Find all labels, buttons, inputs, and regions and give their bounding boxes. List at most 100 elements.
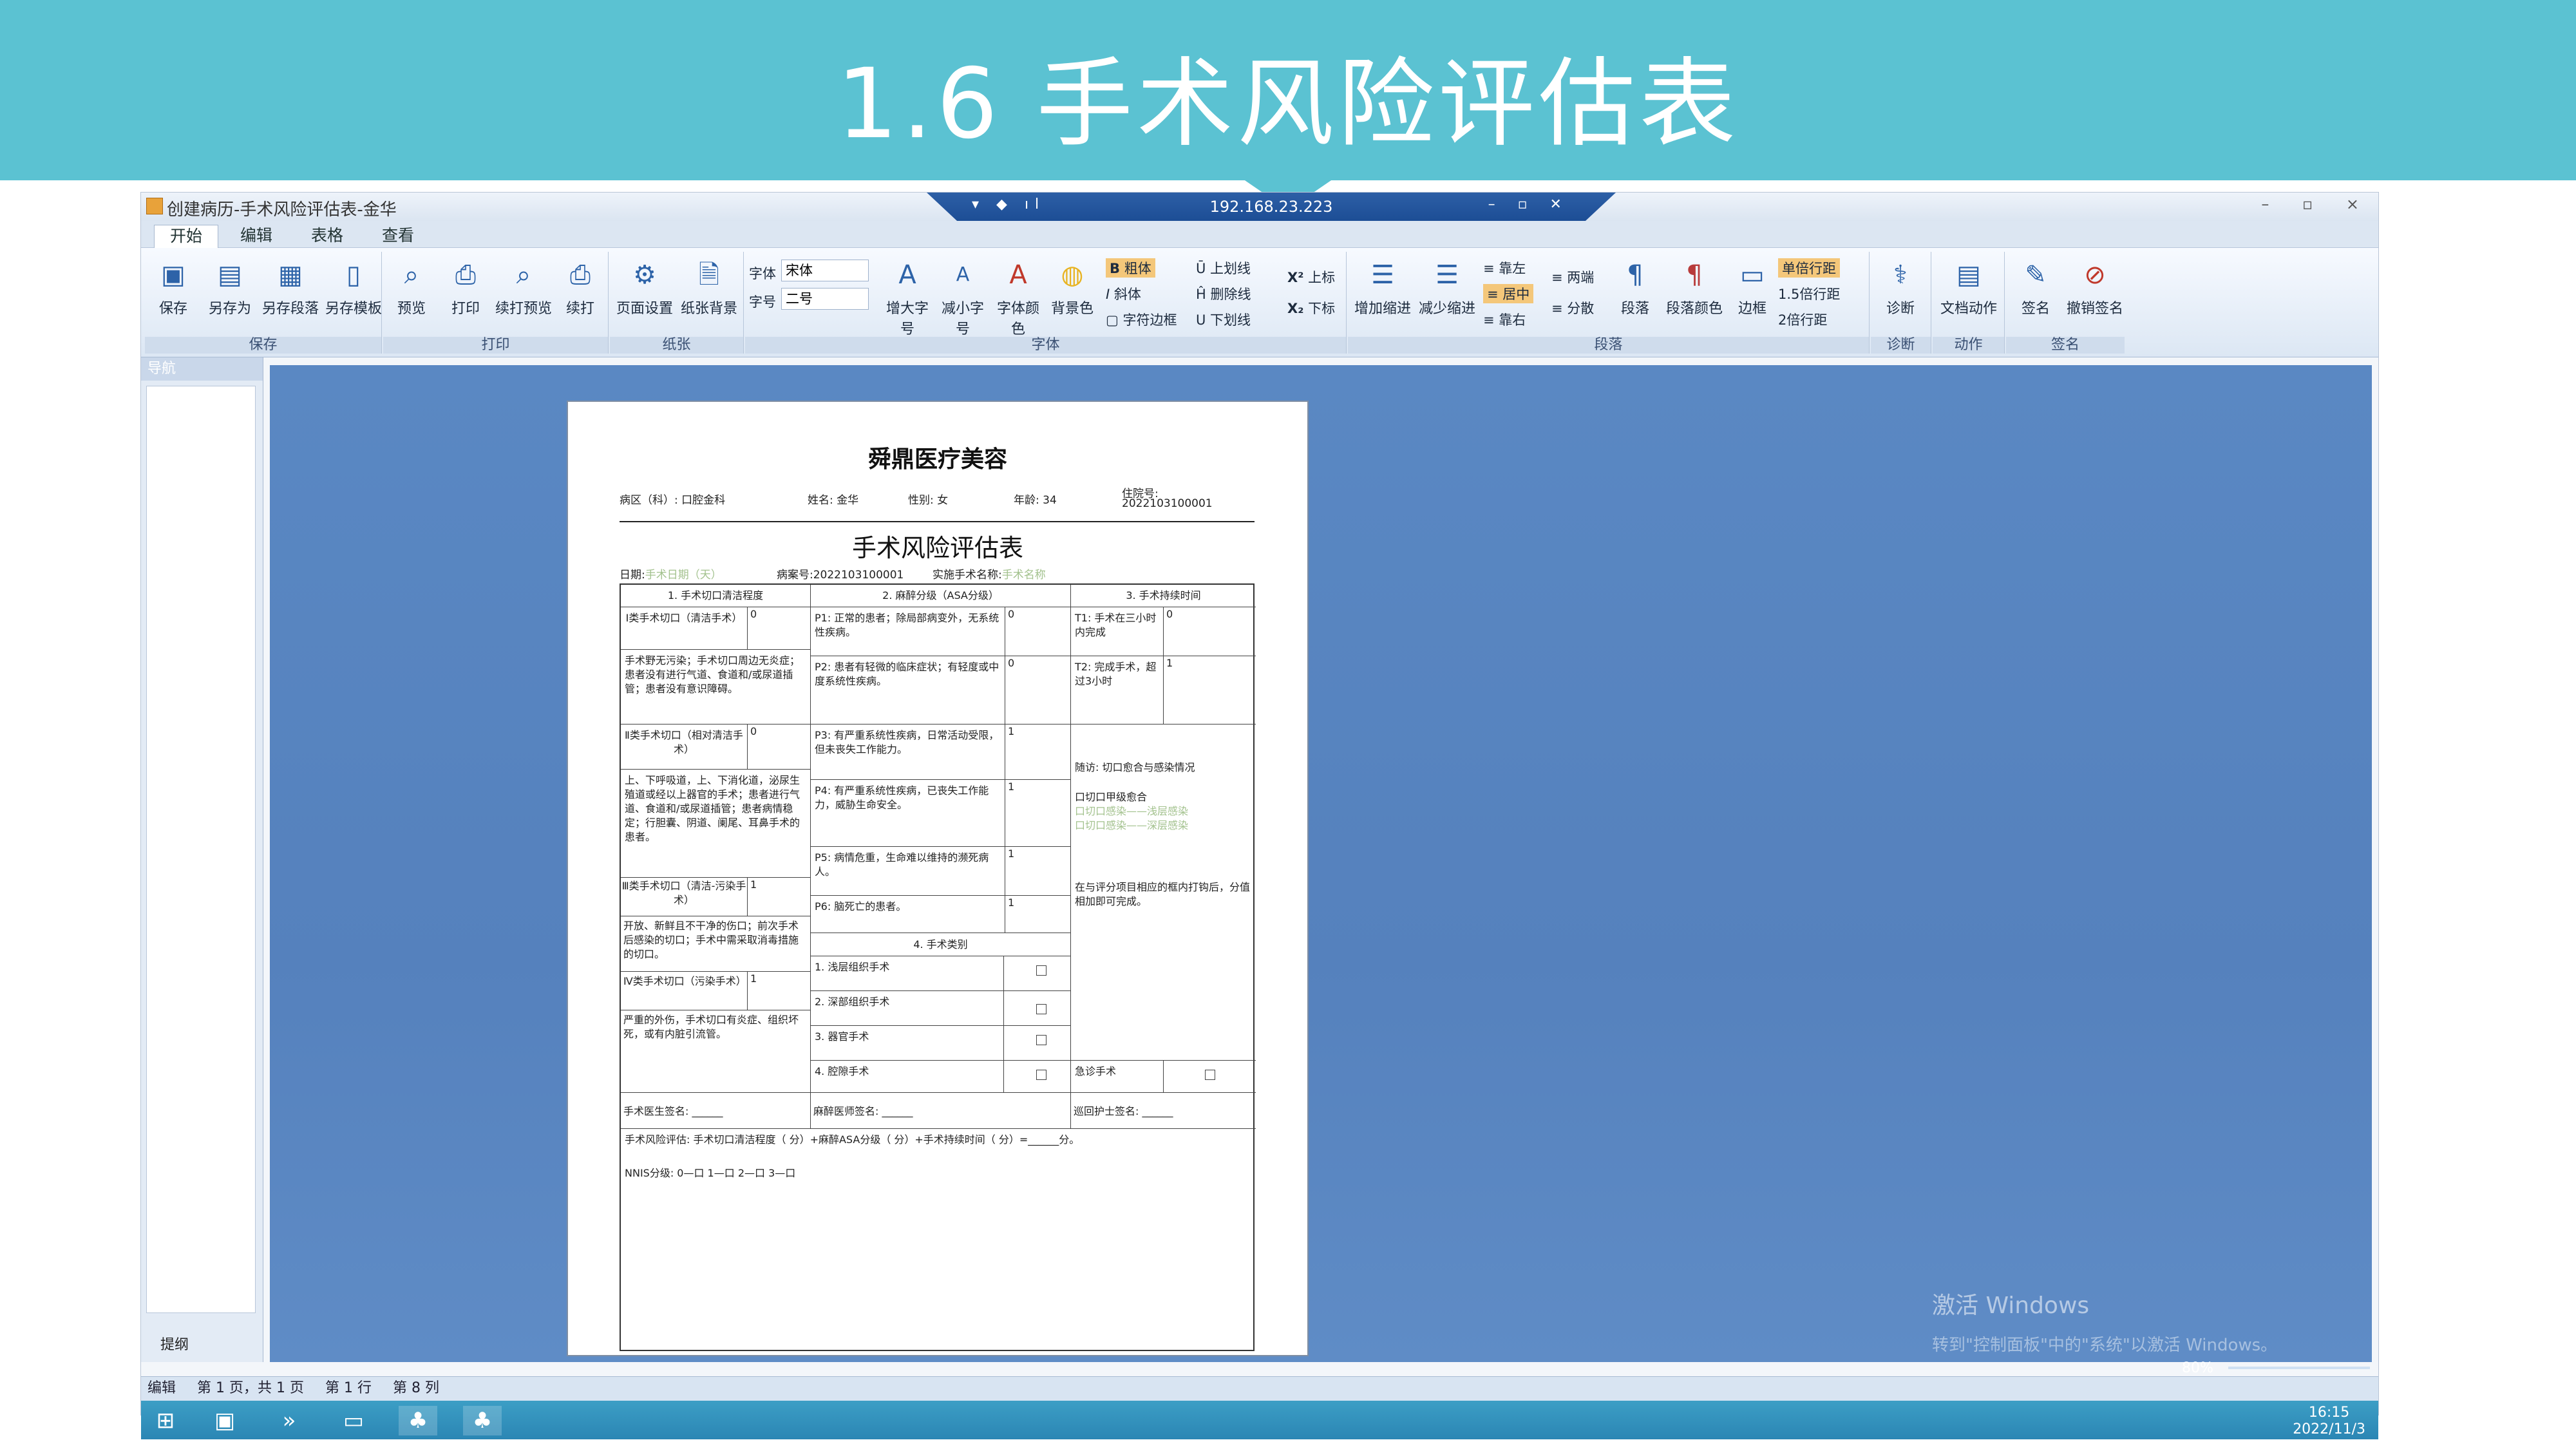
paper-background-button[interactable]: 🗎 纸张背景 [677, 258, 741, 329]
divider [620, 521, 1255, 522]
sign-button[interactable]: ✎ 签名 [2009, 258, 2063, 329]
page-setup-button[interactable]: ⚙ 页面设置 [612, 258, 677, 329]
revoke-sign-button[interactable]: ⊘ 撤销签名 [2064, 258, 2126, 329]
underline-button[interactable]: U 下划线 [1196, 310, 1251, 329]
nav-list[interactable] [146, 386, 256, 1313]
continue-preview-icon: ⌕ [516, 260, 531, 290]
risk-formula[interactable]: 手术风险评估: 手术切口清洁程度（ 分）+麻醉ASA分级（ 分）+手术持续时间（… [625, 1133, 1252, 1147]
asa-p5-score[interactable]: 1 [1005, 846, 1070, 895]
op-category-4-checkbox[interactable] [1036, 1070, 1046, 1080]
decrease-indent-button[interactable]: ☰ 减少缩进 [1415, 258, 1479, 329]
shrink-font-button[interactable]: A 减小字号 [936, 258, 990, 337]
op-name-field[interactable]: 实施手术名称:手术名称 [933, 565, 1046, 582]
save-template-button[interactable]: ▯ 另存模板 [323, 258, 384, 329]
followup-item-3[interactable]: 口切口感染——深层感染 [1075, 819, 1252, 833]
window-controls[interactable]: – ▫ × [2261, 195, 2373, 213]
asa-p6-score[interactable]: 1 [1005, 895, 1070, 933]
surgeon-signature[interactable]: 手术医生签名: ______ [621, 1092, 810, 1128]
start-icon[interactable]: ⊞ [146, 1406, 185, 1435]
continue-print-button[interactable]: ⎙ 续打 [553, 258, 607, 329]
activate-windows-watermark: 激活 Windows [1932, 1293, 2090, 1319]
org-name: 舜鼎医疗美容 [867, 446, 1007, 473]
printer-icon: ⎙ [455, 260, 476, 290]
asa-p2-score[interactable]: 0 [1005, 656, 1070, 724]
app-task-icon[interactable]: ♣ [399, 1406, 437, 1435]
document-action-button[interactable]: ▤ 文档动作 [1937, 258, 2001, 329]
increase-indent-button[interactable]: ☰ 增加缩进 [1350, 258, 1415, 329]
navigation-pane: 导航 提纲 [141, 357, 263, 1362]
op-category-3-checkbox[interactable] [1036, 1035, 1046, 1045]
single-spacing-button[interactable]: 单倍行距 [1778, 258, 1840, 278]
overline-button[interactable]: Ū 上划线 [1196, 258, 1251, 278]
preview-button[interactable]: ⌕ 预览 [384, 258, 439, 329]
anesthetist-signature[interactable]: 麻醉医师签名: ______ [810, 1092, 1070, 1128]
nurse-signature[interactable]: 巡回护士签名: ______ [1070, 1092, 1256, 1128]
align-left-button[interactable]: ≡ 靠左 [1483, 258, 1526, 278]
col-header-clean: 1. 手术切口清洁程度 [667, 589, 764, 601]
clean-score-1[interactable]: 0 [747, 607, 810, 649]
tab-edit[interactable]: 编辑 [225, 225, 288, 248]
group-label-print: 打印 [383, 337, 608, 354]
asa-p1-score[interactable]: 0 [1005, 607, 1070, 656]
justify-button[interactable]: ≡ 两端 [1551, 267, 1594, 287]
superscript-button[interactable]: X² 上标 [1287, 267, 1335, 287]
folder-icon[interactable]: ▭ [334, 1406, 373, 1435]
pilcrow-color-icon: ¶ [1686, 260, 1703, 290]
align-right-button[interactable]: ≡ 靠右 [1483, 310, 1526, 329]
print-button[interactable]: ⎙ 打印 [439, 258, 493, 329]
paragraph-color-button[interactable]: ¶ 段落颜色 [1662, 258, 1727, 329]
emergency-checkbox[interactable] [1205, 1070, 1215, 1080]
save-as-icon: ▤ [218, 260, 242, 290]
followup-item-2[interactable]: 口切口感染——浅层感染 [1075, 804, 1252, 819]
diagnosis-button[interactable]: ⚕ 诊断 [1873, 258, 1927, 329]
op-category-1-checkbox[interactable] [1036, 965, 1046, 976]
tab-start[interactable]: 开始 [154, 225, 219, 248]
zoom-slider[interactable] [2228, 1367, 2370, 1369]
size-select[interactable]: 二号 [781, 288, 869, 310]
tab-table[interactable]: 表格 [296, 225, 359, 248]
double-spacing-button[interactable]: 2倍行距 [1778, 310, 1827, 329]
duration-t2-score[interactable]: 1 [1163, 656, 1256, 724]
save-as-button[interactable]: ▤ 另存为 [203, 258, 257, 329]
duration-t2: T2: 完成手术，超过3小时 [1070, 656, 1163, 724]
powershell-icon[interactable]: » [270, 1406, 308, 1435]
font-select[interactable]: 宋体 [781, 260, 869, 281]
duration-t1-score[interactable]: 0 [1163, 607, 1256, 656]
font-color-button[interactable]: A 字体颜色 [991, 258, 1045, 337]
increase-indent-icon: ☰ [1371, 260, 1394, 290]
app-task-icon-2[interactable]: ♣ [463, 1406, 502, 1435]
strikethrough-button[interactable]: Ĥ 删除线 [1196, 284, 1251, 303]
date-field[interactable]: 日期:手术日期（天） [620, 565, 722, 582]
align-center-button[interactable]: ≡ 居中 [1483, 284, 1534, 303]
clean-score-3[interactable]: 1 [747, 877, 810, 916]
clean-score-2[interactable]: 0 [747, 724, 810, 769]
clean-class-1: Ⅰ类手术切口（清洁手术） [621, 607, 747, 649]
one-half-spacing-button[interactable]: 1.5倍行距 [1778, 284, 1840, 303]
save-paragraph-button[interactable]: ▦ 另存段落 [260, 258, 321, 329]
group-label-font: 字体 [745, 337, 1346, 354]
subscript-button[interactable]: X₂ 下标 [1287, 298, 1335, 317]
tab-view[interactable]: 查看 [366, 225, 430, 248]
bold-button[interactable]: B 粗体 [1106, 258, 1155, 278]
italic-button[interactable]: I 斜体 [1106, 284, 1141, 303]
char-border-button[interactable]: ▢ 字符边框 [1106, 310, 1177, 329]
op-category-2-checkbox[interactable] [1036, 1004, 1046, 1014]
continue-preview-button[interactable]: ⌕ 续打预览 [493, 258, 554, 329]
document-page[interactable]: 舜鼎医疗美容 病区（科）: 口腔金科 姓名: 金华 性别: 女 年龄: 34 住… [567, 401, 1309, 1356]
asa-p4-score[interactable]: 1 [1005, 779, 1070, 846]
followup-item-1[interactable]: 口切口甲级愈合 [1075, 790, 1252, 804]
grow-font-button[interactable]: A 增大字号 [880, 258, 934, 337]
border-button[interactable]: ▭ 边框 [1725, 258, 1779, 329]
outline-tab[interactable]: 提纲 [141, 1329, 263, 1362]
computer-icon[interactable]: ▣ [205, 1406, 244, 1435]
ribbon-group-action: ▤ 文档动作 动作 [1933, 252, 2005, 354]
background-color-button[interactable]: ◍ 背景色 [1045, 258, 1099, 329]
remote-window-controls[interactable]: – ▫ ✕ [1488, 196, 1571, 213]
asa-p3-score[interactable]: 1 [1005, 724, 1070, 779]
save-button[interactable]: ▣ 保存 [146, 258, 200, 329]
clean-score-4[interactable]: 1 [747, 971, 810, 1010]
status-bar: 编辑 第 1 页，共 1 页 第 1 行 第 8 列 [141, 1376, 2378, 1401]
paragraph-button[interactable]: ¶ 段落 [1608, 258, 1662, 329]
distribute-button[interactable]: ≡ 分散 [1551, 298, 1594, 317]
nnis-grade[interactable]: NNIS分级: 0—口 1—口 2—口 3—口 [625, 1166, 1252, 1180]
